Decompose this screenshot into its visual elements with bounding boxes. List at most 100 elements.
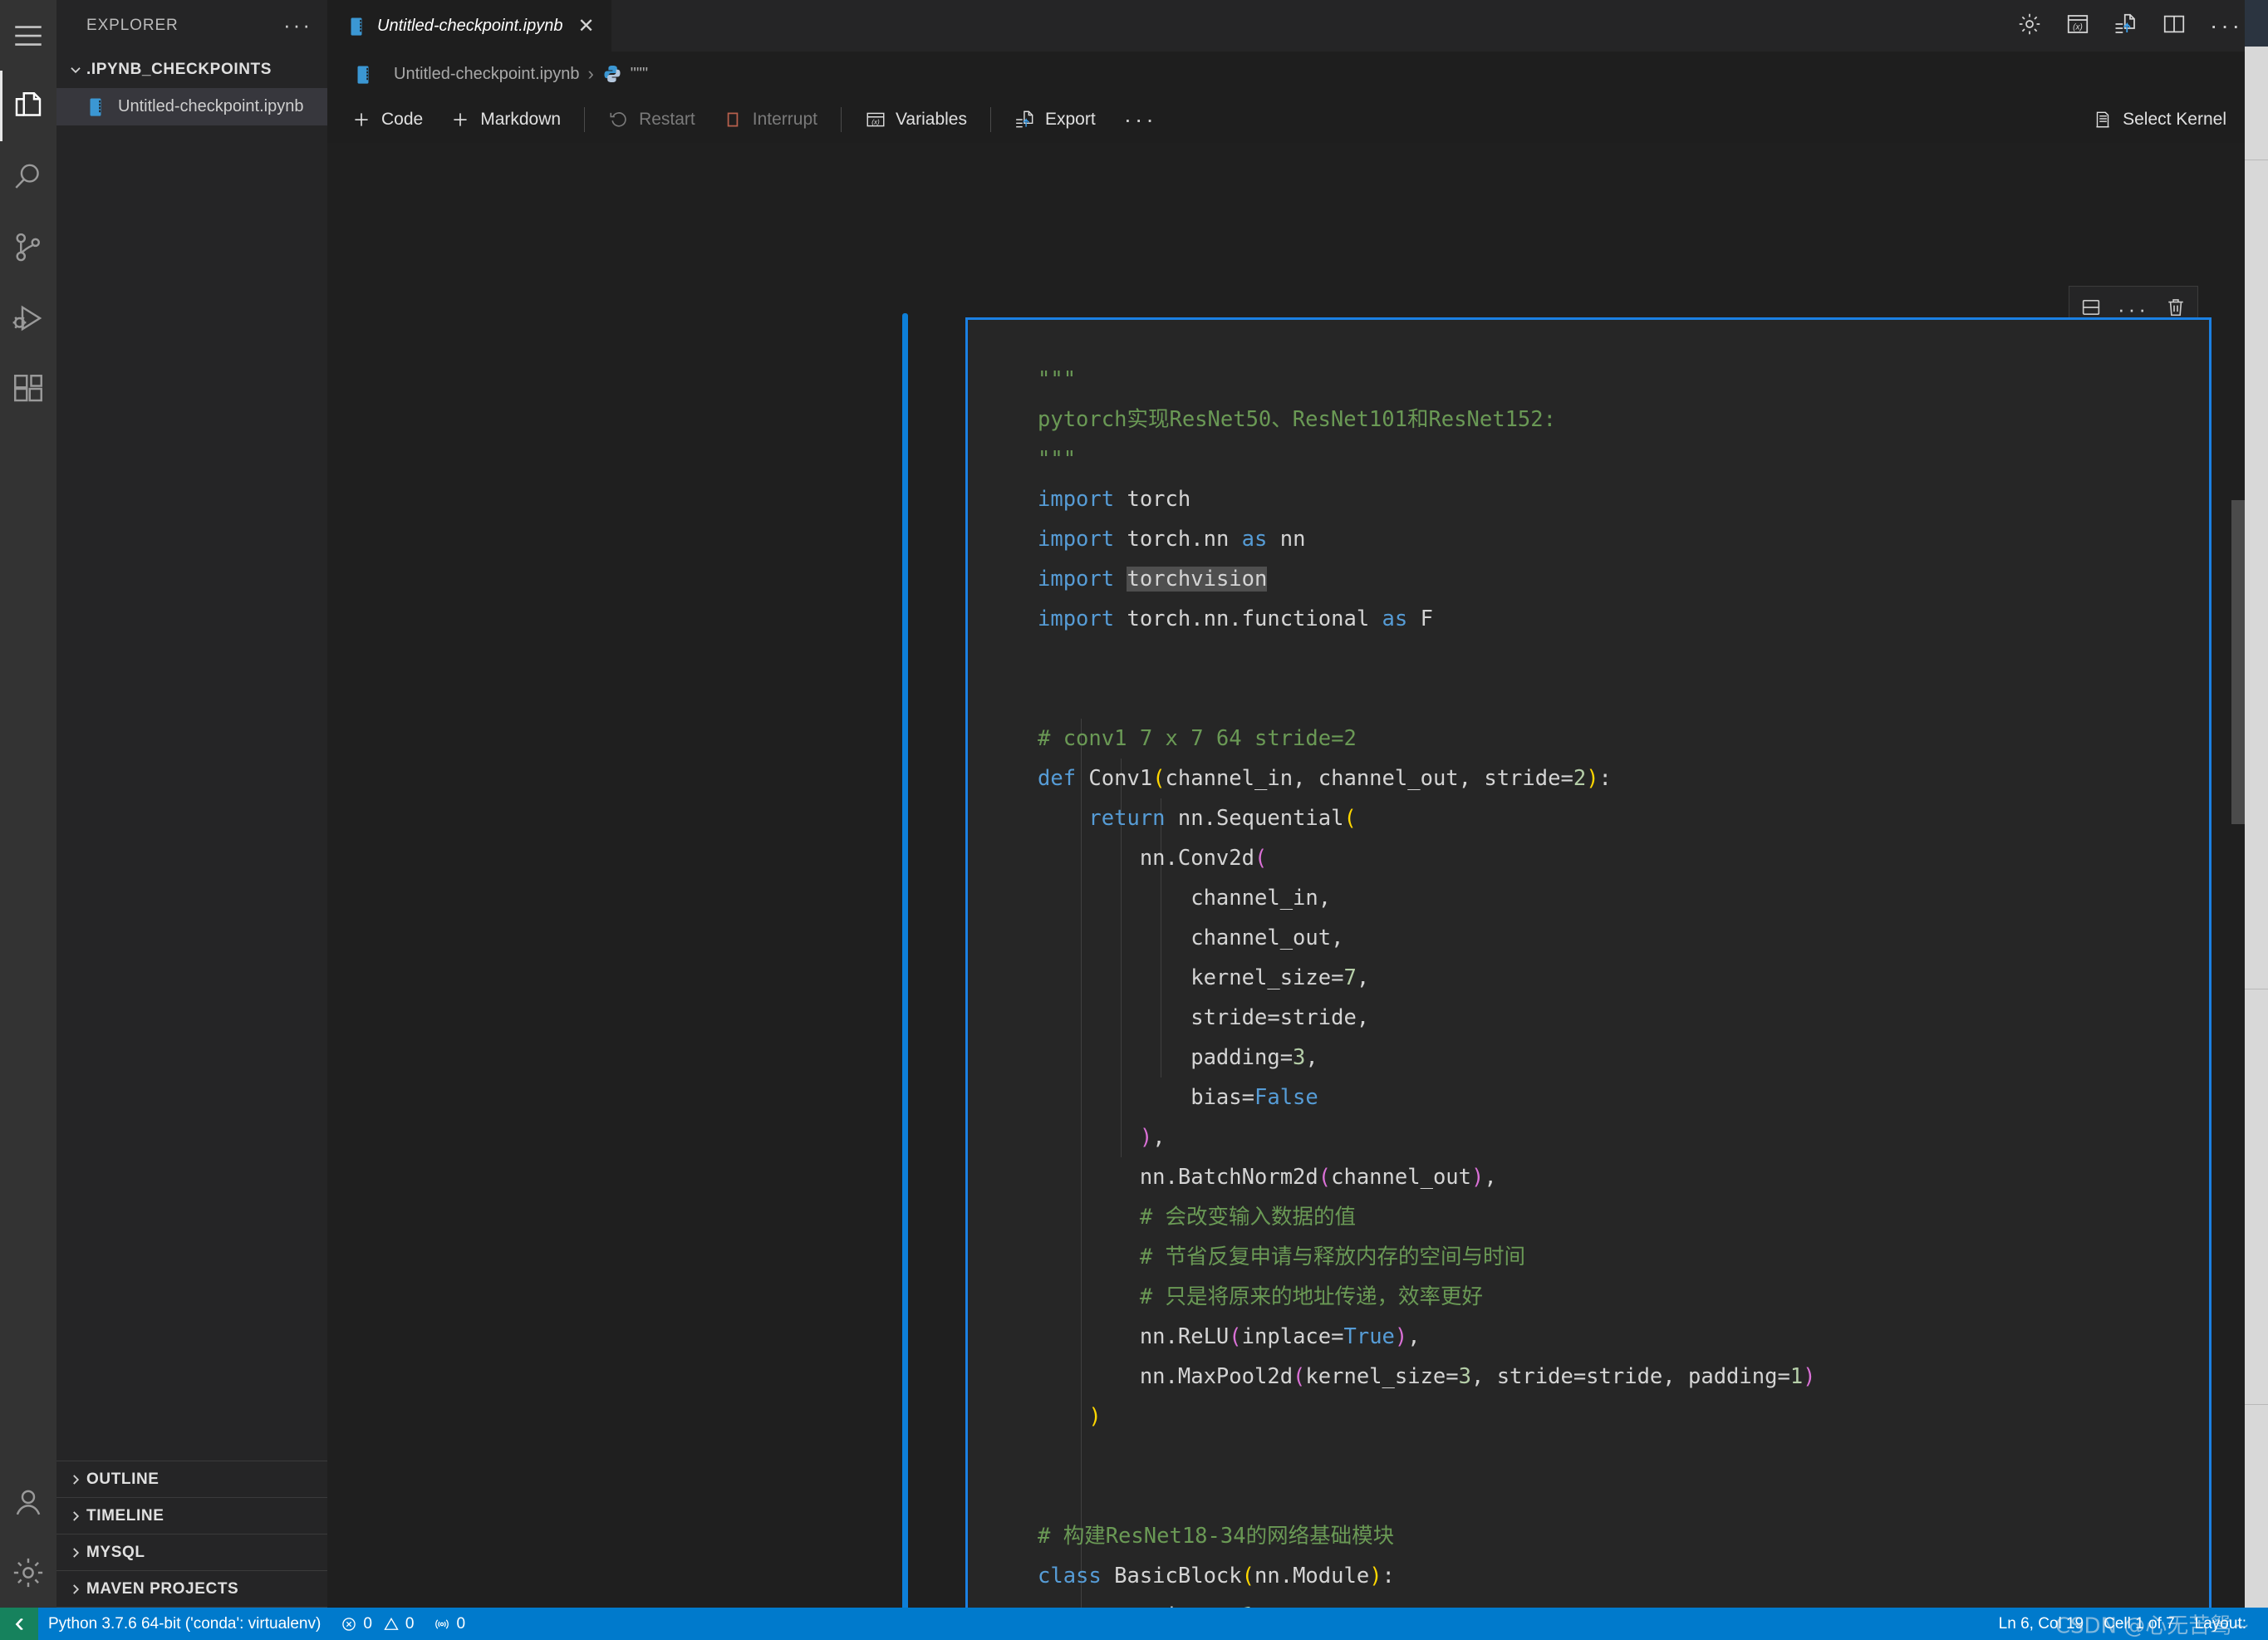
restart-kernel-button[interactable]: Restart	[595, 100, 709, 140]
code-token: 1	[1789, 1363, 1804, 1389]
breadcrumb-file[interactable]: Untitled-checkpoint.ipynb	[394, 65, 579, 84]
code-token: ,	[1152, 1124, 1166, 1150]
python-interpreter-status[interactable]: Python 3.7.6 64-bit ('conda': virtualenv…	[38, 1608, 331, 1640]
code-line: """	[1038, 439, 2209, 479]
problems-status[interactable]: 0 0	[331, 1608, 424, 1640]
variables-panel-icon[interactable]: (x)	[2065, 12, 2090, 41]
tree-folder-header[interactable]: .IPYNB_CHECKPOINTS	[56, 52, 327, 88]
menu-icon[interactable]	[0, 0, 56, 71]
file-tree: .IPYNB_CHECKPOINTS Untitled-checkpoint.i…	[56, 52, 327, 1461]
remote-window-indicator[interactable]	[0, 1608, 38, 1640]
svg-text:(x): (x)	[871, 118, 880, 125]
add-markdown-cell-label: Markdown	[480, 110, 562, 129]
code-token: 3	[1458, 1363, 1471, 1389]
activity-search-icon[interactable]	[0, 141, 56, 212]
error-count: 0	[363, 1614, 372, 1633]
code-line: import torch.nn as nn	[1038, 519, 2209, 559]
close-icon[interactable]: ✕	[577, 16, 594, 37]
breadcrumb: Untitled-checkpoint.ipynb › """	[327, 52, 2268, 96]
activity-bar	[0, 0, 56, 1608]
code-token: :	[1382, 1563, 1395, 1588]
add-markdown-cell-button[interactable]: Markdown	[436, 100, 574, 140]
sidebar-section-mysql[interactable]: MYSQL	[56, 1534, 327, 1571]
code-token: # 只是将原来的地址传递，效率更好	[1038, 1284, 1484, 1309]
split-editor-icon[interactable]	[2162, 12, 2187, 41]
toolbar-divider	[840, 107, 842, 132]
settings-gear-icon[interactable]	[0, 1537, 56, 1608]
export-button[interactable]: Export	[1001, 100, 1109, 140]
code-token: padding=	[1038, 1044, 1294, 1070]
tree-item-notebook[interactable]: Untitled-checkpoint.ipynb	[56, 88, 327, 125]
code-token: class	[1038, 1563, 1102, 1588]
cell-index-status[interactable]: Cell 1 of 7	[2094, 1608, 2185, 1640]
layout-status[interactable]: Layout:	[2185, 1608, 2256, 1640]
sidebar-section-label: MAVEN PROJECTS	[86, 1579, 239, 1598]
code-token: # 会改变输入数据的值	[1038, 1204, 1357, 1230]
code-token: as	[1382, 606, 1408, 631]
code-token: 3	[1293, 1044, 1306, 1070]
code-token: BasicBlock	[1101, 1563, 1242, 1588]
cell-index-label: Cell 1 of 7	[2104, 1614, 2175, 1633]
side-bar: EXPLORER ··· .IPYNB_CHECKPOINTS Untitled…	[56, 0, 327, 1608]
cell-more-actions-icon[interactable]: ···	[2118, 298, 2149, 320]
chevron-right-icon	[65, 1545, 86, 1560]
export-icon[interactable]	[2113, 12, 2138, 41]
ports-status[interactable]: 0	[424, 1608, 475, 1640]
sidebar-more-actions-icon[interactable]: ···	[283, 15, 312, 36]
code-line: import torchvision	[1038, 559, 2209, 599]
select-kernel-button[interactable]: Select Kernel	[2079, 100, 2240, 140]
breadcrumb-symbol[interactable]: """	[631, 65, 648, 84]
code-token: pytorch实现ResNet50、ResNet101和ResNet152:	[1038, 406, 1556, 432]
notebook-file-icon	[85, 96, 106, 118]
code-token: kernel_size=	[1038, 965, 1344, 990]
notebook-more-actions-icon[interactable]: ···	[1109, 108, 1172, 131]
code-token: def	[1038, 765, 1077, 791]
interrupt-kernel-button[interactable]: Interrupt	[709, 100, 831, 140]
account-icon[interactable]	[0, 1466, 56, 1537]
activity-extensions-icon[interactable]	[0, 353, 56, 424]
svg-text:(x): (x)	[2073, 22, 2083, 32]
sidebar-section-outline[interactable]: OUTLINE	[56, 1461, 327, 1498]
sidebar-section-maven[interactable]: MAVEN PROJECTS	[56, 1571, 327, 1608]
sidebar-section-timeline[interactable]: TIMELINE	[56, 1498, 327, 1534]
sidebar-title: EXPLORER ···	[56, 0, 327, 52]
export-label: Export	[1044, 110, 1096, 129]
activity-explorer-icon[interactable]	[0, 71, 56, 141]
settings-gear-icon[interactable]	[2017, 12, 2042, 41]
editor-tab[interactable]: Untitled-checkpoint.ipynb ✕	[327, 0, 611, 52]
tree-folder-label: .IPYNB_CHECKPOINTS	[86, 61, 272, 78]
code-token: # conv1 7 x 7 64 stride=2	[1038, 725, 1357, 751]
code-token: (	[1229, 1323, 1242, 1349]
cell-source-code[interactable]: """ pytorch实现ResNet50、ResNet101和ResNet152…	[1038, 360, 2209, 1608]
code-line: # 节省反复申请与释放内存的空间与时间	[1038, 1237, 2209, 1277]
sidebar-section-label: TIMELINE	[86, 1506, 164, 1525]
editor-more-actions-icon[interactable]: ···	[2210, 14, 2243, 37]
breadcrumb-separator: ›	[587, 63, 594, 84]
notebook-file-icon	[352, 64, 374, 84]
cursor-position-status[interactable]: Ln 6, Col 19	[1989, 1608, 2094, 1640]
add-code-cell-button[interactable]: Code	[337, 100, 436, 140]
scrollbar-thumb[interactable]	[2245, 0, 2268, 47]
code-line: # 构建ResNet18-34的网络基础模块	[1038, 1516, 2209, 1556]
activity-run-debug-icon[interactable]	[0, 282, 56, 353]
variables-button[interactable]: (x) Variables	[852, 100, 980, 140]
editor-tab-label: Untitled-checkpoint.ipynb	[377, 17, 563, 35]
code-line: kernel_size=7,	[1038, 958, 2209, 998]
code-line: # 只是将原来的地址传递，效率更好	[1038, 1277, 2209, 1317]
code-token: (	[1254, 845, 1268, 871]
code-token: # 构建ResNet18-34的网络基础模块	[1038, 1523, 1395, 1549]
code-token: 2	[1573, 765, 1587, 791]
code-token: import	[1038, 606, 1115, 631]
activity-source-control-icon[interactable]	[0, 212, 56, 282]
code-token: """	[1038, 446, 1077, 472]
code-line: nn.MaxPool2d(kernel_size=3, stride=strid…	[1038, 1357, 2209, 1397]
sidebar-collapsed-sections: OUTLINE TIMELINE MYSQL MAVEN PROJECTS	[56, 1461, 327, 1608]
code-token: torch	[1114, 486, 1191, 512]
notebook-canvas[interactable]: ··· """ pytorch实现ResNet50、ResNet101和ResNe…	[327, 143, 2268, 1608]
window-scrollbar[interactable]	[2245, 0, 2268, 1640]
code-cell-editor[interactable]: """ pytorch实现ResNet50、ResNet101和ResNet152…	[965, 317, 2212, 1608]
